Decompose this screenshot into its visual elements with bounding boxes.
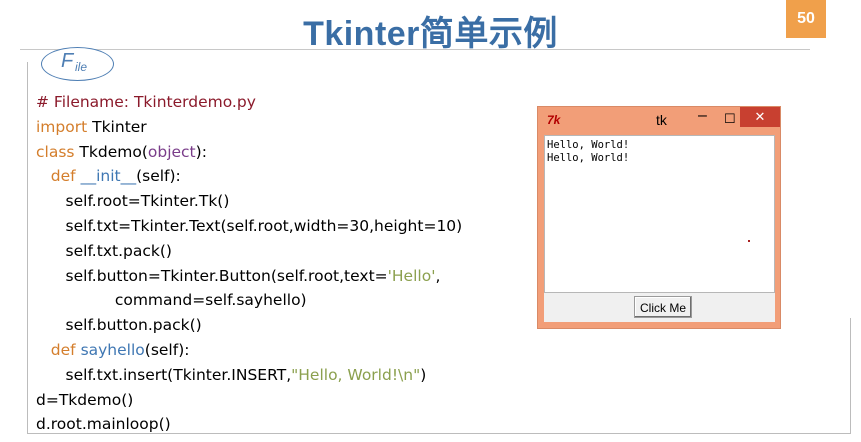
tk-title-bar[interactable]: 7k tk – ☐ ✕	[538, 107, 780, 133]
code-token: Tkinter	[87, 117, 147, 136]
code-token: d.root.mainloop()	[36, 415, 171, 434]
title-underline	[20, 49, 810, 50]
code-token: self.txt=Tkinter.Text(self.root,width=30…	[36, 216, 463, 235]
code-token: def	[50, 167, 76, 186]
code-token: def	[50, 340, 76, 359]
code-token: __init__	[80, 167, 137, 186]
code-line: self.button.pack()	[36, 313, 462, 338]
code-token: command=self.sayhello)	[36, 291, 307, 310]
code-line: def sayhello(self):	[36, 338, 462, 363]
code-token: (self):	[144, 340, 190, 359]
code-line: self.txt=Tkinter.Text(self.root,width=30…	[36, 214, 463, 239]
code-block: # Filename: Tkinterdemo.py import Tkinter…	[36, 90, 462, 437]
code-line: d.root.mainloop()	[36, 412, 462, 437]
tk-button-area: Click Me	[544, 293, 775, 322]
file-badge: F ile	[41, 47, 114, 81]
text-cursor-mark	[748, 240, 750, 242]
code-token: )	[420, 365, 427, 384]
code-token: class	[36, 142, 75, 161]
code-token: object	[147, 142, 196, 161]
code-line: command=self.sayhello)	[36, 288, 462, 313]
click-me-button[interactable]: Click Me	[634, 296, 692, 318]
code-token: 'Hello'	[387, 266, 436, 285]
code-line: self.txt.pack()	[36, 239, 462, 264]
code-token: Tkdemo(	[74, 142, 148, 161]
frame-left-line	[27, 62, 28, 434]
maximize-icon[interactable]: ☐	[724, 111, 736, 127]
code-token: ,	[435, 266, 441, 285]
code-token: sayhello	[80, 340, 145, 359]
code-line: # Filename: Tkinterdemo.py	[36, 90, 462, 115]
code-token: d=Tkdemo()	[36, 390, 134, 409]
code-line: self.root=Tkinter.Tk()	[36, 189, 462, 214]
code-token: self.button.pack()	[36, 316, 202, 335]
close-icon[interactable]: ✕	[740, 107, 780, 127]
code-line: self.button=Tkinter.Button(self.root,tex…	[36, 264, 462, 289]
minimize-icon[interactable]: –	[698, 107, 707, 125]
code-line: def __init__(self):	[36, 164, 462, 189]
slide-title: Tkinter简单示例	[303, 15, 558, 53]
frame-right-line	[850, 318, 851, 434]
text-line: Hello, World!	[547, 152, 630, 164]
code-line: import Tkinter	[36, 115, 462, 140]
tk-logo-icon: 7k	[547, 113, 561, 127]
page-number-badge: 50	[786, 0, 826, 38]
code-line: self.txt.insert(Tkinter.INSERT,"Hello, W…	[36, 363, 462, 388]
code-token: self.button=Tkinter.Button(self.root,tex…	[36, 266, 388, 285]
text-line: Hello, World!	[547, 139, 630, 151]
tk-window: 7k tk – ☐ ✕ Hello, World! Hello, World! C…	[537, 106, 781, 329]
code-token: # Filename: Tkinterdemo.py	[36, 93, 256, 111]
file-badge-small-text: ile	[75, 60, 88, 74]
code-token: (self):	[136, 167, 181, 186]
code-token: "Hello, World!\n"	[291, 365, 421, 384]
code-token: self.root=Tkinter.Tk()	[36, 192, 230, 211]
code-token: import	[36, 117, 88, 136]
tk-text-area[interactable]: Hello, World! Hello, World!	[544, 135, 775, 293]
code-token: self.txt.pack()	[36, 241, 172, 260]
code-token: ):	[195, 142, 207, 161]
code-line: d=Tkdemo()	[36, 388, 462, 413]
tk-window-title: tk	[656, 112, 667, 128]
file-badge-big-letter: F	[61, 50, 74, 72]
code-token: self.txt.insert(Tkinter.INSERT,	[36, 365, 292, 384]
code-line: class Tkdemo(object):	[36, 140, 462, 165]
